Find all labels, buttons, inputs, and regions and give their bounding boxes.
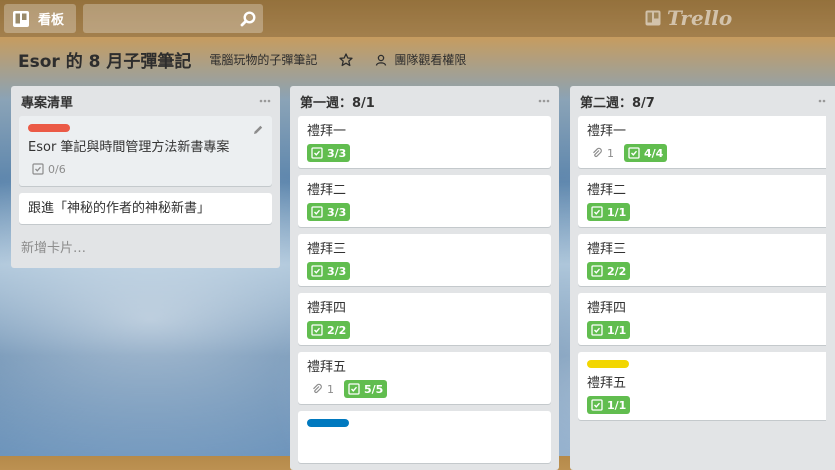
card-title: 禮拜一: [307, 124, 347, 139]
checklist-count: 0/6: [48, 162, 66, 176]
checklist-badge: 2/2: [587, 262, 631, 280]
card-partial[interactable]: [298, 411, 551, 463]
paperclip-icon: [593, 147, 602, 158]
checklist-icon: [591, 324, 603, 336]
card-thursday[interactable]: 禮拜四 1/1: [578, 293, 831, 345]
checklist-badge: 1/1: [587, 321, 631, 339]
card-title: 禮拜三: [307, 242, 347, 257]
checklist-count: 3/3: [327, 264, 347, 278]
list-projects: 專案清單 Esor 筆記與時間管理方法新書專案 0/6 跟進「神秘的作者的神秘新…: [11, 86, 280, 268]
checklist-count: 3/3: [327, 146, 347, 160]
checklist-count: 1/1: [607, 323, 627, 337]
checklist-icon: [311, 147, 323, 159]
checklist-icon: [348, 383, 360, 395]
card-follow-up[interactable]: 跟進「神秘的作者的神秘新書」: [19, 193, 272, 224]
card-title: 禮拜二: [587, 183, 627, 198]
search-icon[interactable]: [239, 10, 257, 28]
checklist-count: 4/4: [644, 146, 664, 160]
list-week-2: 第二週：8/7 禮拜一 1 4/4 禮拜二 1/1 禮拜三 2/2 禮拜四 1/…: [570, 86, 835, 470]
star-icon[interactable]: [339, 52, 354, 67]
checklist-icon: [311, 324, 323, 336]
boards-label: 看板: [38, 13, 65, 28]
list-title[interactable]: 專案清單: [21, 92, 73, 111]
card-title: 禮拜五: [307, 360, 347, 375]
checklist-count: 1/1: [607, 398, 627, 412]
checklist-badge: 2/2: [307, 321, 351, 339]
card-wednesday[interactable]: 禮拜三 3/3: [298, 234, 551, 286]
trello-logo-icon: [645, 10, 661, 26]
card-monday[interactable]: 禮拜一 1 4/4: [578, 116, 831, 168]
boards-button[interactable]: 看板: [4, 4, 76, 33]
checklist-count: 2/2: [327, 323, 347, 337]
top-bar: 看板 Trello: [0, 0, 835, 37]
visibility-label: 團隊觀看權限: [394, 53, 467, 67]
checklist-badge: 0/6: [28, 160, 70, 178]
checklist-icon: [591, 265, 603, 277]
checklist-badge: 1/1: [587, 396, 631, 414]
list-header: 專案清單: [11, 86, 280, 116]
search-input[interactable]: [83, 4, 263, 33]
card-title: Esor 筆記與時間管理方法新書專案: [28, 140, 230, 155]
card-label-red[interactable]: [28, 124, 70, 132]
checklist-badge: 3/3: [307, 144, 351, 162]
more-options-icon[interactable]: [537, 94, 551, 108]
list-header: 第二週：8/7: [570, 86, 835, 116]
card-title: 禮拜三: [587, 242, 627, 257]
board-icon: [13, 10, 29, 27]
checklist-badge: 1/1: [587, 203, 631, 221]
checklist-icon: [32, 163, 44, 175]
checklist-icon: [628, 147, 640, 159]
checklist-icon: [591, 399, 603, 411]
checklist-badge: 5/5: [344, 380, 388, 398]
card-project[interactable]: Esor 筆記與時間管理方法新書專案 0/6: [19, 116, 272, 186]
checklist-badge: 4/4: [624, 144, 668, 162]
card-wednesday[interactable]: 禮拜三 2/2: [578, 234, 831, 286]
card-title: 禮拜四: [307, 301, 347, 316]
add-card-button[interactable]: 新增卡片…: [11, 231, 280, 264]
checklist-icon: [311, 206, 323, 218]
trello-logo[interactable]: Trello: [645, 6, 732, 30]
card-title: 禮拜五: [587, 376, 627, 391]
card-tuesday[interactable]: 禮拜二 1/1: [578, 175, 831, 227]
edit-pencil-icon[interactable]: [252, 124, 264, 136]
list-title[interactable]: 第二週：8/7: [580, 92, 655, 111]
card-label-yellow[interactable]: [587, 360, 629, 368]
card-tuesday[interactable]: 禮拜二 3/3: [298, 175, 551, 227]
board-header: Esor 的 8 月子彈筆記 電腦玩物的子彈筆記 團隊觀看權限: [0, 37, 835, 82]
list-title[interactable]: 第一週：8/1: [300, 92, 375, 111]
card-title: 跟進「神秘的作者的神秘新書」: [28, 201, 211, 216]
attachment-badge: 1: [307, 380, 338, 398]
card-title: 禮拜四: [587, 301, 627, 316]
card-title: 禮拜一: [587, 124, 627, 139]
checklist-count: 2/2: [607, 264, 627, 278]
more-options-icon[interactable]: [258, 94, 272, 108]
card-monday[interactable]: 禮拜一 3/3: [298, 116, 551, 168]
checklist-icon: [591, 206, 603, 218]
checklist-icon: [311, 265, 323, 277]
checklist-count: 1/1: [607, 205, 627, 219]
attachment-count: 1: [327, 382, 334, 396]
paperclip-icon: [313, 383, 322, 394]
card-label-blue[interactable]: [307, 419, 349, 427]
checklist-count: 5/5: [364, 382, 384, 396]
board-team-link[interactable]: 電腦玩物的子彈筆記: [209, 51, 317, 68]
next-list-edge: [826, 88, 835, 456]
card-friday[interactable]: 禮拜五 1 5/5: [298, 352, 551, 404]
visibility-button[interactable]: 團隊觀看權限: [375, 51, 466, 68]
checklist-badge: 3/3: [307, 203, 351, 221]
card-thursday[interactable]: 禮拜四 2/2: [298, 293, 551, 345]
list-header: 第一週：8/1: [290, 86, 559, 116]
board-title[interactable]: Esor 的 8 月子彈筆記: [18, 47, 191, 72]
card-friday[interactable]: 禮拜五 1/1: [578, 352, 831, 420]
attachment-count: 1: [607, 146, 614, 160]
team-visibility-icon: [376, 54, 387, 66]
attachment-badge: 1: [587, 144, 618, 162]
checklist-badge: 3/3: [307, 262, 351, 280]
list-week-1: 第一週：8/1 禮拜一 3/3 禮拜二 3/3 禮拜三 3/3 禮拜四 2/2 …: [290, 86, 559, 470]
trello-logo-text: Trello: [667, 6, 733, 30]
card-title: 禮拜二: [307, 183, 347, 198]
checklist-count: 3/3: [327, 205, 347, 219]
